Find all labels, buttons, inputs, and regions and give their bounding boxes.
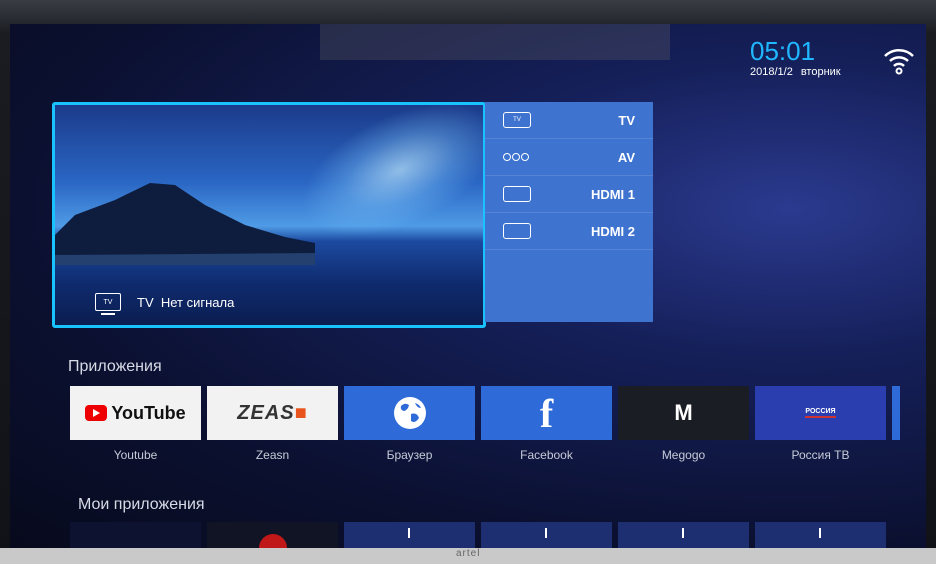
source-label: AV	[617, 149, 635, 165]
source-label: HDMI 2	[590, 223, 635, 239]
date-text: 2018/1/2	[750, 66, 793, 78]
av-icon	[503, 153, 529, 161]
tv-preview-window[interactable]: TV TV Нет сигнала	[52, 102, 486, 328]
youtube-logo: YouTube	[85, 403, 186, 424]
source-list: TV TV AV HDMI 1 HDMI 2	[485, 102, 653, 322]
preview-label: TV TV Нет сигнала	[95, 293, 235, 315]
preview-source: TV	[137, 294, 154, 310]
app-tile: YouTube	[70, 386, 201, 440]
app-name: Youtube	[113, 448, 158, 462]
app-browser[interactable]: Браузер	[344, 386, 475, 462]
brand-logo: artel	[456, 548, 481, 559]
weekday-text: вторник	[800, 66, 841, 78]
app-russia-tv[interactable]: РОССИЯ Россия ТВ	[755, 386, 886, 462]
tv-icon: TV	[95, 293, 121, 315]
app-name: Facebook	[520, 448, 573, 462]
clock-date: 2018/1/2 вторник	[750, 66, 849, 78]
source-av[interactable]: AV	[485, 139, 653, 176]
facebook-logo: f	[539, 390, 554, 436]
source-label: TV	[618, 112, 635, 128]
app-zeasn[interactable]: ZEAS■ Zeasn	[207, 386, 338, 462]
apps-section-title: Приложения	[68, 358, 162, 375]
app-tile: РОССИЯ	[755, 386, 886, 440]
play-icon	[85, 405, 108, 421]
source-hdmi1[interactable]: HDMI 1	[485, 176, 653, 213]
app-name: Zeasn	[255, 448, 290, 462]
tv-icon: TV	[503, 112, 531, 128]
app-tile: M	[618, 386, 749, 440]
app-facebook[interactable]: f Facebook	[481, 386, 612, 462]
preview-status: Нет сигнала	[160, 294, 235, 310]
app-tile: f	[481, 386, 612, 440]
wifi-icon	[884, 49, 914, 75]
app-megogo[interactable]: M Megogo	[618, 386, 749, 462]
clock: 05:01 2018/1/2 вторник	[750, 38, 849, 78]
app-name: Россия ТВ	[791, 448, 850, 462]
mountain-image	[55, 183, 315, 265]
zeasn-logo: ZEAS■	[237, 401, 308, 424]
source-tv[interactable]: TV TV	[485, 102, 653, 139]
glare	[320, 24, 670, 60]
hdmi-icon	[503, 223, 531, 239]
clock-time: 05:01	[750, 36, 816, 66]
apps-row: YouTube Youtube ZEAS■ Zeasn Браузер f Fa…	[70, 386, 900, 462]
source-hdmi2[interactable]: HDMI 2	[485, 213, 653, 250]
app-tile	[344, 386, 475, 440]
app-tile: ZEAS■	[207, 386, 338, 440]
app-name: Megogo	[661, 448, 706, 462]
app-name: Браузер	[386, 448, 433, 462]
megogo-logo: M	[674, 400, 693, 425]
russia-logo: РОССИЯ	[805, 408, 836, 418]
globe-icon	[393, 397, 426, 429]
app-tile-partial[interactable]	[892, 386, 900, 440]
hdmi-icon	[503, 186, 531, 202]
app-youtube[interactable]: YouTube Youtube	[70, 386, 201, 462]
source-label: HDMI 1	[590, 186, 635, 202]
tv-screen: 05:01 2018/1/2 вторник TV TV Нет сигнала …	[10, 24, 926, 552]
my-apps-section-title: Мои приложения	[78, 496, 205, 513]
